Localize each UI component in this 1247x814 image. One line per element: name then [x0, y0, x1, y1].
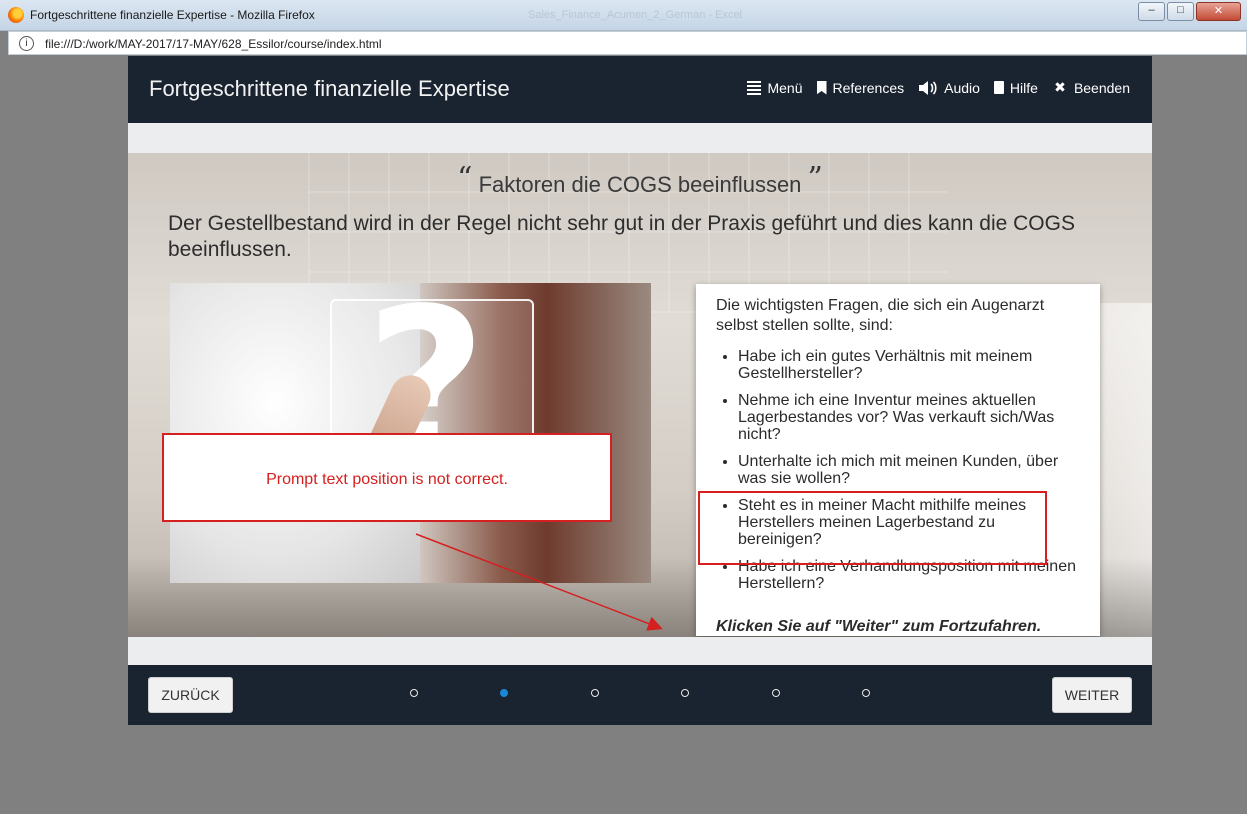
slide-heading-text: Faktoren die COGS beeinflussen: [478, 172, 802, 197]
minimize-icon: –: [1148, 4, 1155, 16]
minimize-button[interactable]: –: [1138, 2, 1165, 21]
nav-references-label: References: [832, 79, 905, 96]
course-title: Fortgeschrittene finanzielle Expertise: [149, 76, 510, 101]
course-header: Fortgeschrittene finanzielle Expertise M…: [128, 56, 1152, 123]
window-controls: – □ ✕: [1138, 2, 1241, 21]
background-window-title: Sales_Finance_Acumen_2_German - Excel: [528, 9, 743, 21]
close-icon: ✖: [1054, 79, 1066, 95]
speaker-icon: [919, 80, 937, 95]
footer-divider-strip: [128, 637, 1152, 665]
open-quote: “: [457, 161, 473, 196]
list-item: Nehme ich eine Inventur meines aktuellen…: [738, 392, 1082, 443]
help-icon: [993, 81, 1004, 94]
questions-panel: Die wichtigsten Fragen, die sich ein Aug…: [696, 284, 1100, 636]
page-dot-2[interactable]: [500, 689, 509, 697]
course-nav: Menü References Audio Hilfe ✖ Beenden: [747, 79, 1130, 96]
close-quote: ”: [807, 161, 823, 196]
review-annotation-box: Prompt text position is not correct.: [162, 433, 612, 522]
course-player: Fortgeschrittene finanzielle Expertise M…: [128, 56, 1152, 725]
address-bar[interactable]: i file:///D:/work/MAY-2017/17-MAY/628_Es…: [8, 31, 1247, 55]
list-item: Habe ich ein gutes Verhältnis mit meinem…: [738, 348, 1082, 382]
page-dot-4[interactable]: [681, 689, 690, 697]
page-dot-6[interactable]: [862, 689, 870, 697]
nav-help[interactable]: Hilfe: [993, 79, 1038, 96]
list-item: Unterhalte ich mich mit meinen Kunden, ü…: [738, 453, 1082, 487]
nav-menu-label: Menü: [767, 79, 803, 96]
page-dot-3[interactable]: [590, 689, 599, 697]
review-highlight-box: [698, 491, 1047, 565]
nav-help-label: Hilfe: [1009, 79, 1038, 96]
course-footer: ZURÜCK WEITER: [128, 665, 1152, 725]
page-dot-5[interactable]: [771, 689, 780, 697]
header-divider-strip: [128, 123, 1152, 153]
nav-audio[interactable]: Audio: [918, 80, 980, 96]
close-icon: ✕: [1213, 5, 1224, 17]
maximize-button[interactable]: □: [1167, 2, 1194, 21]
slide-subheading: Der Gestellbestand wird in der Regel nic…: [168, 212, 1075, 261]
url-text[interactable]: file:///D:/work/MAY-2017/17-MAY/628_Essi…: [45, 37, 382, 51]
next-button[interactable]: WEITER: [1052, 677, 1132, 713]
window-title-bar: Fortgeschrittene finanzielle Expertise -…: [0, 0, 1247, 31]
info-icon[interactable]: i: [19, 36, 34, 51]
maximize-icon: □: [1177, 4, 1184, 16]
nav-exit-label: Beenden: [1073, 79, 1130, 96]
nav-exit[interactable]: ✖ Beenden: [1052, 79, 1130, 96]
back-button[interactable]: ZURÜCK: [148, 677, 233, 713]
nav-audio-label: Audio: [944, 79, 980, 96]
nav-menu[interactable]: Menü: [747, 79, 803, 96]
window-title: Fortgeschrittene finanzielle Expertise -…: [30, 8, 315, 22]
firefox-icon: [8, 7, 24, 23]
questions-intro: Die wichtigsten Fragen, die sich ein Aug…: [716, 297, 1045, 334]
close-window-button[interactable]: ✕: [1196, 2, 1241, 21]
bookmark-icon: [816, 80, 827, 95]
nav-references[interactable]: References: [816, 79, 905, 96]
menu-icon: [747, 80, 762, 95]
page-dot-1[interactable]: [410, 689, 418, 697]
slide-heading: “ Faktoren die COGS beeinflussen ”: [128, 161, 1152, 198]
continue-prompt: Klicken Sie auf "Weiter" zum Fortzufahre…: [716, 618, 1042, 635]
